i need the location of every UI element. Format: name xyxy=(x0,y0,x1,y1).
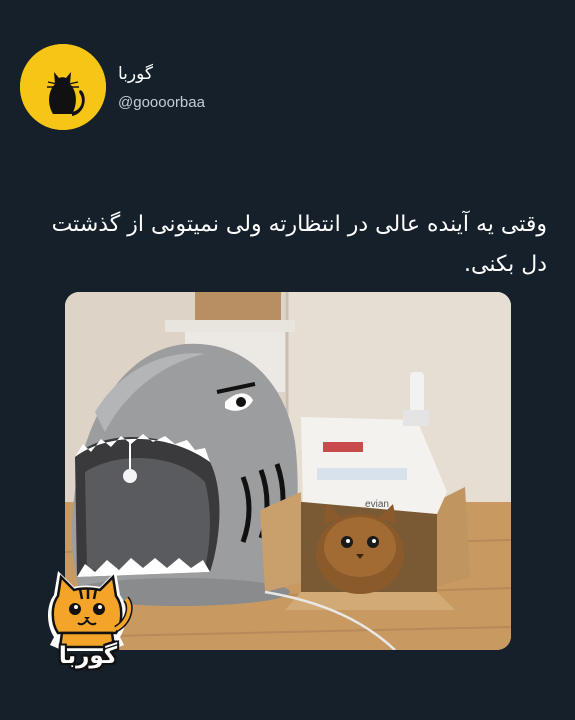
black-cat-icon xyxy=(20,44,106,130)
box-brand-text: evian xyxy=(365,499,389,510)
user-handle[interactable]: @goooorbaa xyxy=(118,94,205,111)
display-name[interactable]: گوربا xyxy=(118,64,153,84)
watermark-label: گوربا xyxy=(58,643,118,669)
avatar[interactable] xyxy=(20,44,106,130)
tweet-header: گوربا @goooorbaa xyxy=(20,44,555,132)
tweet-text: وقتی یه آینده عالی در انتظارته ولی نمیتو… xyxy=(51,212,547,277)
watermark-sticker: گوربا xyxy=(40,565,136,680)
